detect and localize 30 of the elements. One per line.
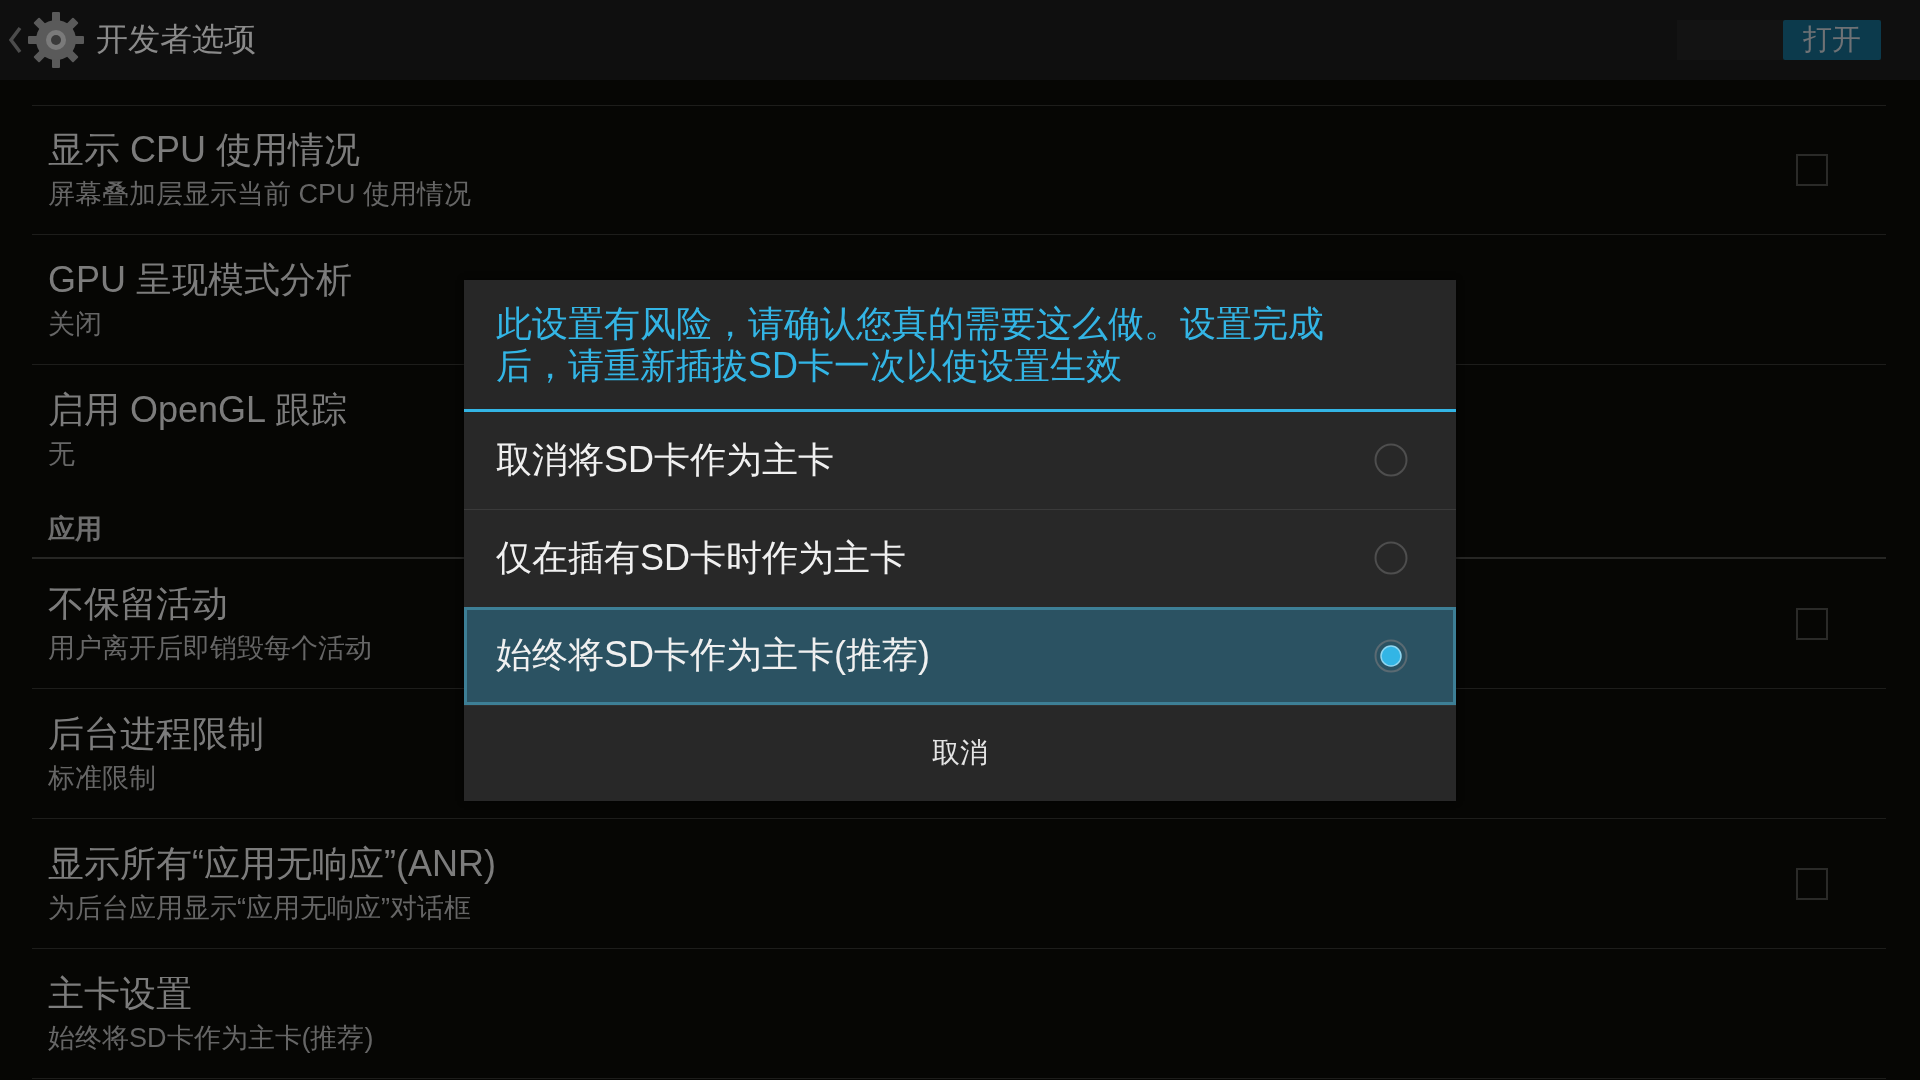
setting-title[interactable]: 显示所有“应用无响应”(ANR) — [48, 842, 496, 885]
setting-summary: 关闭 — [48, 307, 102, 341]
setting-title[interactable]: 启用 OpenGL 跟踪 — [48, 389, 347, 431]
radio-option[interactable]: 取消将SD卡作为主卡 — [464, 411, 1456, 509]
setting-summary: 为后台应用显示“应用无响应”对话框 — [48, 891, 471, 925]
dialog-message: 此设置有风险，请确认您真的需要这么做。设置完成后，请重新插拔SD卡一次以使设置生效 — [496, 302, 1325, 387]
setting-summary: 标准限制 — [48, 761, 156, 795]
section-header: 应用 — [48, 513, 102, 545]
toggle-switch[interactable]: 打开 — [1677, 20, 1881, 60]
checkbox[interactable] — [1796, 867, 1828, 900]
setting-summary: 用户离开后即销毁每个活动 — [48, 631, 372, 665]
setting-summary: 屏幕叠加层显示当前 CPU 使用情况 — [48, 178, 471, 211]
setting-summary: 始终将SD卡作为主卡(推荐) — [48, 1021, 374, 1055]
radio-option[interactable]: 仅在插有SD卡时作为主卡 — [464, 508, 1456, 607]
setting-title[interactable]: GPU 呈现模式分析 — [48, 258, 352, 301]
radio-icon[interactable] — [1374, 638, 1408, 673]
setting-title[interactable]: 后台进程限制 — [48, 712, 264, 755]
setting-title[interactable]: 主卡设置 — [48, 972, 192, 1015]
screen-title: 开发者选项 — [96, 20, 257, 59]
setting-summary: 无 — [48, 438, 75, 471]
setting-title[interactable]: 显示 CPU 使用情况 — [48, 129, 360, 171]
radio-icon[interactable] — [1374, 443, 1408, 477]
checkbox[interactable] — [1796, 154, 1828, 186]
checkbox[interactable] — [1796, 607, 1828, 640]
cancel-button[interactable]: 取消 — [464, 704, 1456, 801]
radio-icon[interactable] — [1374, 541, 1408, 575]
gear-icon — [27, 11, 85, 69]
radio-option[interactable]: 始终将SD卡作为主卡(推荐) — [464, 606, 1456, 705]
caret-icon[interactable] — [8, 26, 22, 54]
setting-title[interactable]: 不保留活动 — [48, 582, 228, 625]
